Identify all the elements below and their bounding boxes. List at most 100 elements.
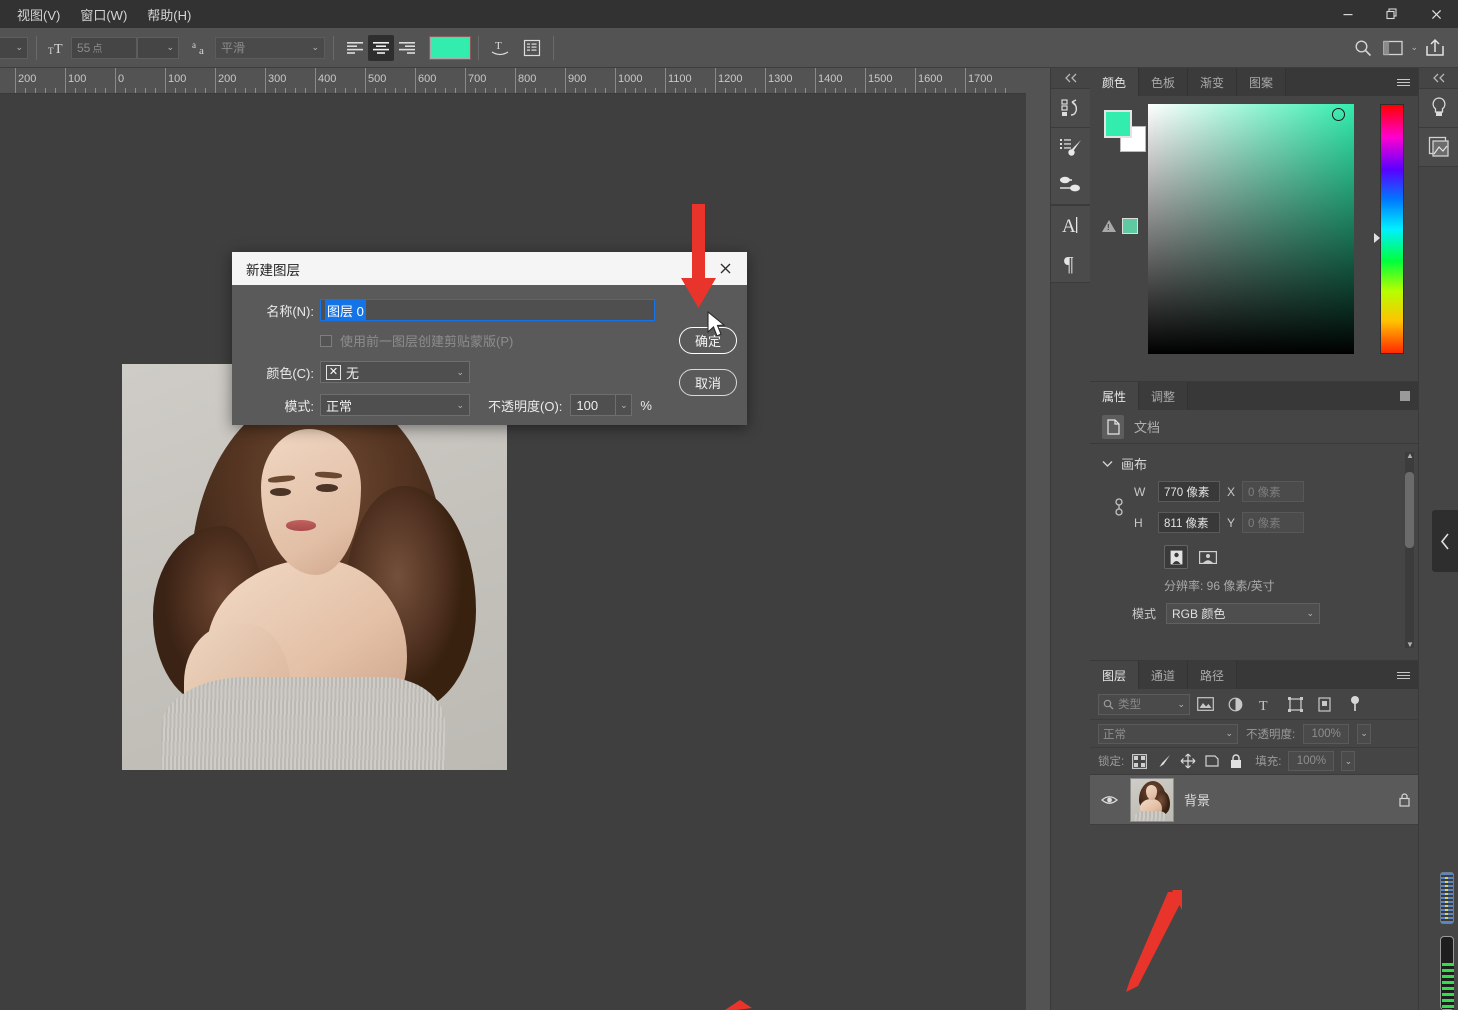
layer-visibility-toggle[interactable]	[1098, 794, 1120, 806]
clipping-mask-checkbox[interactable]	[320, 335, 332, 347]
saturation-value-field[interactable]	[1148, 104, 1354, 354]
tab-channels[interactable]: 通道	[1139, 661, 1188, 689]
align-center-button[interactable]	[368, 35, 394, 61]
layer-locked-indicator[interactable]	[1390, 792, 1418, 807]
menu-view[interactable]: 视图(V)	[8, 1, 69, 28]
text-color-swatch[interactable]	[430, 37, 470, 59]
landscape-orientation-button[interactable]	[1196, 545, 1220, 569]
menu-window[interactable]: 窗口(W)	[71, 1, 136, 28]
in-gamut-color-swatch[interactable]	[1122, 218, 1138, 234]
brush-settings-button[interactable]	[1051, 166, 1090, 204]
horizontal-ruler[interactable]: 2001000100200300400500600700800900100011…	[0, 68, 1026, 94]
layer-opacity-stepper[interactable]: ⌄	[616, 394, 632, 416]
lock-artboard-button[interactable]	[1203, 753, 1220, 770]
tab-adjustments[interactable]: 调整	[1139, 382, 1188, 410]
layer-opacity-stepper[interactable]: ⌄	[1357, 724, 1371, 744]
filter-shape-layers-button[interactable]	[1280, 691, 1310, 717]
layer-mode-select[interactable]: 正常 ⌄	[320, 394, 470, 416]
layer-opacity-input[interactable]: 100	[570, 394, 616, 416]
portrait-orientation-button[interactable]	[1164, 545, 1188, 569]
collapse-secondary-panels-button[interactable]	[1419, 68, 1458, 88]
minimize-button[interactable]	[1326, 0, 1370, 28]
link-constrain-icon[interactable]	[1104, 494, 1134, 520]
layer-blend-mode-select[interactable]: 正常 ⌄	[1098, 724, 1238, 744]
warp-text-button[interactable]: T	[487, 35, 513, 61]
scroll-down-arrow-icon[interactable]: ▼	[1406, 640, 1414, 649]
lock-image-button[interactable]	[1155, 753, 1172, 770]
color-mode-select[interactable]: RGB 颜色 ⌄	[1166, 603, 1320, 624]
paragraph-panel-button[interactable]: ¶	[1051, 244, 1090, 282]
scroll-up-arrow-icon[interactable]: ▲	[1406, 451, 1414, 460]
cancel-button[interactable]: 取消	[679, 369, 737, 396]
tab-swatches[interactable]: 色板	[1139, 68, 1188, 96]
color-picker-marker[interactable]	[1332, 108, 1345, 121]
filter-pixel-layers-button[interactable]	[1190, 691, 1220, 717]
tab-layers[interactable]: 图层	[1090, 661, 1139, 689]
ruler-tick-minor	[695, 88, 696, 93]
search-button[interactable]	[1350, 35, 1376, 61]
close-button[interactable]	[1414, 0, 1458, 28]
layer-opacity-value[interactable]: 100%	[1303, 724, 1349, 744]
filter-toggle-button[interactable]	[1340, 691, 1370, 717]
character-panel-button[interactable]	[519, 35, 545, 61]
status-indicator-bar-bottom[interactable]	[1440, 936, 1454, 1010]
ruler-label: 400	[315, 73, 336, 85]
dialog-close-button[interactable]	[707, 252, 743, 285]
layer-color-select[interactable]: ✕ 无 ⌄	[320, 361, 470, 383]
minimize-icon	[1342, 8, 1354, 20]
collapse-panels-button[interactable]	[1051, 68, 1090, 88]
filter-smart-objects-button[interactable]	[1310, 691, 1340, 717]
align-right-button[interactable]	[394, 35, 420, 61]
canvas-section-header[interactable]: 画布	[1090, 454, 1418, 481]
character-panel-dock-button[interactable]: A	[1051, 206, 1090, 244]
layer-thumbnail[interactable]	[1130, 778, 1174, 822]
foreground-color-swatch[interactable]	[1104, 110, 1132, 138]
workspace-button[interactable]	[1380, 35, 1406, 61]
hue-slider[interactable]	[1380, 104, 1404, 354]
properties-scrollbar[interactable]: ▲ ▼	[1405, 452, 1414, 648]
y-field[interactable]: 0 像素	[1242, 512, 1304, 533]
align-left-button[interactable]	[342, 35, 368, 61]
antialias-select[interactable]: 平滑 ⌄	[215, 37, 325, 59]
x-field[interactable]: 0 像素	[1242, 481, 1304, 502]
menu-help[interactable]: 帮助(H)	[138, 1, 200, 28]
tab-color[interactable]: 颜色	[1090, 68, 1139, 96]
lock-position-button[interactable]	[1179, 753, 1196, 770]
properties-panel-menu-button[interactable]	[1400, 382, 1410, 410]
layer-fill-value[interactable]: 100%	[1288, 751, 1334, 771]
font-size-field[interactable]: 55 点	[71, 37, 137, 59]
tab-gradients[interactable]: 渐变	[1188, 68, 1237, 96]
filter-type-layers-button[interactable]: T	[1250, 691, 1280, 717]
new-layer-dialog[interactable]: 新建图层 名称(N): 图层 0 使用前一图层创建剪贴蒙版(P)	[232, 252, 747, 425]
font-style-select[interactable]: ⌄	[0, 37, 28, 59]
tab-patterns[interactable]: 图案	[1237, 68, 1286, 96]
brush-presets-button[interactable]	[1051, 128, 1090, 166]
actions-panel-button[interactable]	[1051, 89, 1090, 127]
layer-filter-select[interactable]: 类型 ⌄	[1098, 694, 1190, 715]
hue-slider-handle[interactable]	[1374, 233, 1380, 243]
layer-comps-button[interactable]	[1419, 128, 1458, 166]
width-field[interactable]: 770 像素	[1158, 481, 1220, 502]
restore-button[interactable]	[1370, 0, 1414, 28]
layers-panel-menu-button[interactable]	[1397, 661, 1410, 689]
expand-hidden-panel-button[interactable]	[1432, 510, 1458, 572]
font-size-dropdown[interactable]: ⌄	[137, 37, 179, 59]
layer-name-input[interactable]: 图层 0	[320, 299, 655, 321]
pixel-layer-icon	[1197, 697, 1214, 711]
chevron-down-icon[interactable]: ⌄	[1410, 43, 1418, 52]
canvas-area[interactable]	[0, 94, 1026, 1010]
tab-properties[interactable]: 属性	[1090, 382, 1139, 410]
layer-fill-stepper[interactable]: ⌄	[1341, 751, 1355, 771]
lock-transparency-button[interactable]	[1131, 753, 1148, 770]
layer-name[interactable]: 背景	[1184, 790, 1380, 809]
learn-panel-button[interactable]	[1419, 89, 1458, 127]
color-panel-menu-button[interactable]	[1397, 68, 1410, 96]
share-button[interactable]	[1422, 35, 1448, 61]
tab-paths[interactable]: 路径	[1188, 661, 1237, 689]
scrollbar-thumb[interactable]	[1405, 472, 1414, 548]
status-indicator-bar-top[interactable]	[1440, 872, 1454, 924]
height-field[interactable]: 811 像素	[1158, 512, 1220, 533]
table-row[interactable]: 背景	[1090, 775, 1418, 825]
lock-all-button[interactable]	[1227, 753, 1244, 770]
filter-adjustment-layers-button[interactable]	[1220, 691, 1250, 717]
